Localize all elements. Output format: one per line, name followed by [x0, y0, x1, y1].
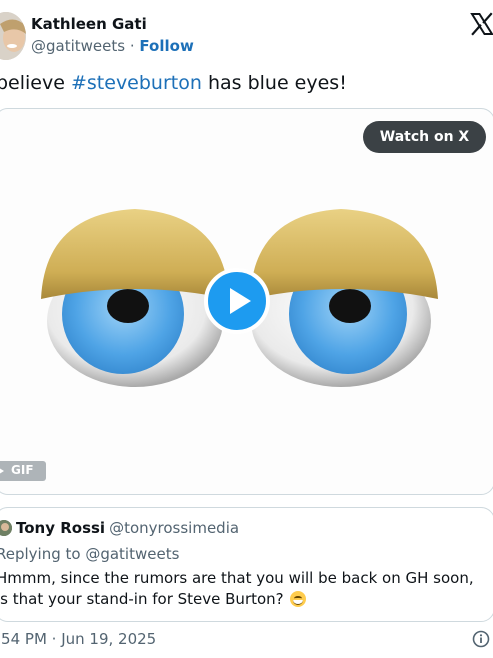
play-icon[interactable] — [203, 267, 271, 335]
reply-text-line-2: is that your stand-in for Steve Burton? — [0, 590, 284, 608]
gif-play-icon — [0, 466, 4, 476]
grin-emoji-icon — [290, 591, 307, 607]
replying-to-text: Replying to @gatitweets — [0, 545, 180, 563]
separator-dot: · — [129, 37, 135, 55]
info-icon[interactable] — [472, 630, 490, 648]
gif-badge: GIF — [0, 461, 46, 481]
author-avatar[interactable] — [0, 12, 26, 60]
reply-text-line-2-row: is that your stand-in for Steve Burton? — [0, 589, 474, 610]
hashtag-link[interactable]: #steveburton — [71, 72, 202, 94]
author-name[interactable]: Kathleen Gati — [31, 15, 147, 33]
reply-text-line-1: Hmmm, since the rumors are that you will… — [0, 569, 474, 587]
author-handle[interactable]: @gatitweets — [31, 37, 125, 55]
tweet-text-before: believe — [0, 72, 71, 94]
tweet-text: believe #steveburton has blue eyes! — [0, 72, 347, 94]
x-logo-icon[interactable] — [470, 12, 493, 36]
follow-button[interactable]: Follow — [139, 37, 193, 55]
reply-author-row: Tony Rossi @tonyrossimedia — [16, 519, 239, 537]
reply-author-name[interactable]: Tony Rossi — [16, 519, 105, 537]
reply-author-handle[interactable]: @tonyrossimedia — [109, 519, 239, 537]
gif-badge-label: GIF — [11, 463, 34, 477]
watch-on-x-button[interactable]: Watch on X — [363, 121, 486, 153]
reply-text: Hmmm, since the rumors are that you will… — [0, 568, 474, 610]
avatar-image — [0, 12, 26, 60]
author-handle-row: @gatitweets · Follow — [31, 37, 194, 55]
tweet-text-after: has blue eyes! — [201, 72, 347, 94]
tweet-timestamp[interactable]: :54 PM · Jun 19, 2025 — [0, 630, 156, 648]
